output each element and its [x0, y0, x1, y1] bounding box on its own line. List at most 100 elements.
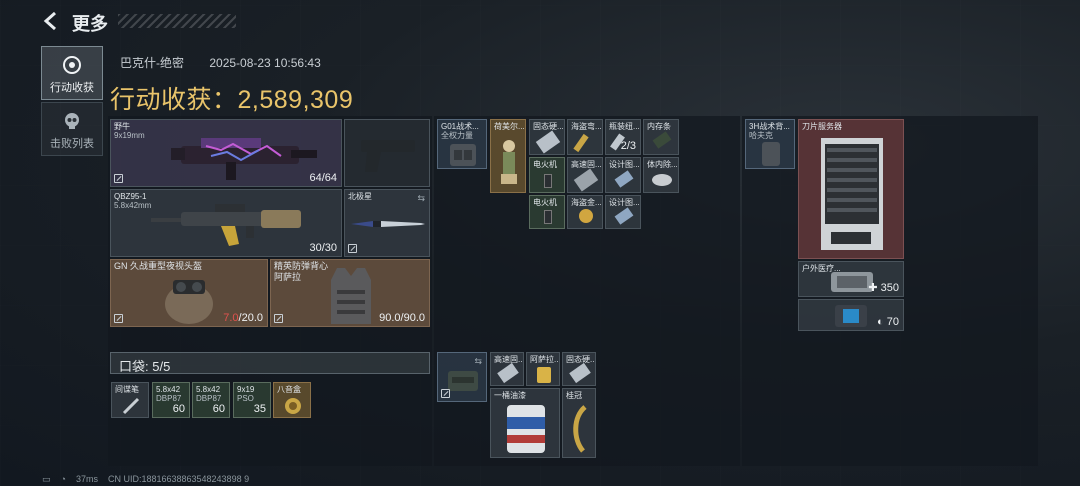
- pockets-label: 口袋: 5/5: [119, 359, 171, 374]
- armor-slot[interactable]: 精英防弹背心 阿萨拉 90.0/90.0: [270, 259, 430, 327]
- app-root: 更多 行动收获 击败列表 巴克什-绝密 2025-08-23 10:56:43 …: [0, 0, 1080, 486]
- item-name: 固态硬...: [566, 355, 596, 364]
- pen-icon: [122, 397, 140, 415]
- rig-item[interactable]: 体内除...: [643, 157, 679, 193]
- backpack-slot[interactable]: ⇆: [437, 352, 487, 402]
- insured-icon: [348, 244, 357, 253]
- rig-item[interactable]: 设计图...: [605, 195, 641, 229]
- rig-icon: [450, 144, 476, 166]
- device-icon: [652, 174, 672, 186]
- backpack-item[interactable]: 阿萨拉...: [526, 352, 560, 386]
- rig-item[interactable]: 高速固...: [567, 157, 603, 193]
- loot-icon: [62, 55, 82, 75]
- ram-icon: [652, 131, 672, 149]
- loot-value: 2,589,309: [237, 86, 354, 114]
- blade-server-icon: [821, 138, 883, 250]
- item-name: 阿萨拉...: [530, 355, 560, 364]
- item-name: 户外医疗...: [802, 264, 841, 273]
- case-slot[interactable]: 3H战术背... 哈夫克: [745, 119, 795, 169]
- rig-item[interactable]: 电火机: [529, 195, 565, 229]
- rig-item[interactable]: 电火机: [529, 157, 565, 193]
- tab-kill-list[interactable]: 击败列表: [41, 102, 103, 156]
- rig-slot[interactable]: G01战术... 全权力量: [437, 119, 487, 169]
- weapon-ammo-count: 30/30: [309, 242, 337, 254]
- secondary-weapon-slot[interactable]: QBZ95-1 5.8x42mm 30/30: [110, 189, 342, 257]
- item-count: ✚ 350: [868, 282, 899, 294]
- item-name: 桂冠: [566, 391, 582, 400]
- pocket-item[interactable]: 9x19 PSO 35: [233, 382, 271, 418]
- rig-item[interactable]: 固态硬...: [529, 119, 565, 155]
- armor-plate-icon: [835, 305, 867, 327]
- item-name: 体内除...: [647, 160, 678, 169]
- backpack-item[interactable]: 固态硬...: [562, 352, 596, 386]
- primary-weapon-slot[interactable]: 野牛 9x19mm 64/64: [110, 119, 342, 187]
- insured-icon: [441, 389, 450, 398]
- case-item[interactable]: ◐ 70: [798, 299, 904, 331]
- weapon-ammo: 5.8x42mm: [114, 201, 152, 210]
- item-name: 固态硬...: [533, 122, 564, 131]
- match-datetime: 2025-08-23 10:56:43: [209, 56, 321, 70]
- item-name: 9x19: [237, 385, 255, 394]
- item-name: 5.8x42: [156, 385, 181, 394]
- pocket-item[interactable]: 5.8x42 DBP87 60: [192, 382, 230, 418]
- item-name: 瓶装纽...: [609, 122, 640, 131]
- rig-item[interactable]: 海盗弯...: [567, 119, 603, 155]
- backpack-item[interactable]: 一桶油漆: [490, 388, 560, 458]
- tab-action-loot[interactable]: 行动收获: [41, 46, 103, 100]
- back-arrow-icon[interactable]: [40, 10, 62, 32]
- figurine-icon: [501, 140, 517, 184]
- smg-icon: [171, 138, 317, 180]
- ssd-icon: [535, 130, 561, 154]
- pocket-item[interactable]: 5.8x42 DBP87 60: [152, 382, 190, 418]
- ssd-icon: [497, 362, 519, 384]
- item-name: 设计图...: [609, 198, 640, 207]
- backpack-item[interactable]: 桂冠: [562, 388, 596, 458]
- status-bar: ▭ ◔ 37ms CN UID:18816638863548243898 9: [42, 474, 259, 485]
- tab-label: 击败列表: [50, 138, 94, 150]
- melee-slot[interactable]: 北极星 ⇆: [344, 189, 430, 257]
- item-count: ◐ 70: [877, 316, 899, 328]
- rig-item[interactable]: 设计图...: [605, 157, 641, 193]
- item-count: 2/3: [620, 140, 636, 152]
- item-name: 电火机: [533, 160, 557, 169]
- item-name: 设计图...: [609, 160, 640, 169]
- title-hatch-decoration: [118, 14, 236, 28]
- pocket-item[interactable]: 间谍笔: [111, 382, 149, 418]
- pockets-header: 口袋: 5/5: [110, 352, 430, 374]
- item-name: 荷美尔...: [494, 122, 525, 131]
- rig-item[interactable]: 瓶装纽... 2/3: [605, 119, 641, 155]
- laurel-icon: [573, 405, 587, 453]
- armor-sub: 阿萨拉: [274, 272, 302, 282]
- pocket-item[interactable]: 八音盒: [273, 382, 311, 418]
- ssd-icon: [573, 168, 599, 192]
- blade-icon: [573, 133, 589, 153]
- rig-item[interactable]: 荷美尔...: [490, 119, 526, 193]
- item-name: 高速固...: [571, 160, 602, 169]
- item-count: 35: [253, 403, 266, 415]
- case-sub: 哈夫克: [749, 131, 773, 140]
- insured-icon: [114, 314, 123, 323]
- rig-item[interactable]: 海盗金...: [567, 195, 603, 229]
- backpack-icon: [448, 371, 478, 391]
- vest-icon: [331, 268, 371, 324]
- loot-value-heading: 行动收获：2,589,309: [110, 80, 353, 116]
- case-item[interactable]: 户外医疗... ✚ 350: [798, 261, 904, 297]
- skull-icon: [62, 111, 82, 131]
- loot-label: 行动收获：: [110, 86, 238, 114]
- helmet-name: GN 久战重型夜视头盔: [114, 261, 203, 271]
- weapon-name: 野牛: [114, 122, 130, 131]
- backpack-item[interactable]: 高速固...: [490, 352, 524, 386]
- case-name: 3H战术背...: [749, 122, 790, 131]
- item-name: 海盗弯...: [571, 122, 602, 131]
- helmet-slot[interactable]: GN 久战重型夜视头盔 7.0/20.0: [110, 259, 268, 327]
- paint-bucket-icon: [507, 405, 545, 453]
- item-name: 刀片服务器: [802, 122, 842, 131]
- match-meta: 巴克什-绝密 2025-08-23 10:56:43: [120, 54, 343, 71]
- rig-item[interactable]: 内存条: [643, 119, 679, 155]
- case-item[interactable]: 刀片服务器: [798, 119, 904, 259]
- wifi-icon: ◔: [60, 474, 66, 484]
- ssd-icon: [569, 362, 591, 384]
- pistol-slot[interactable]: [344, 119, 430, 187]
- item-count: 60: [212, 403, 225, 415]
- player-name: 巴克什-绝密: [120, 56, 184, 70]
